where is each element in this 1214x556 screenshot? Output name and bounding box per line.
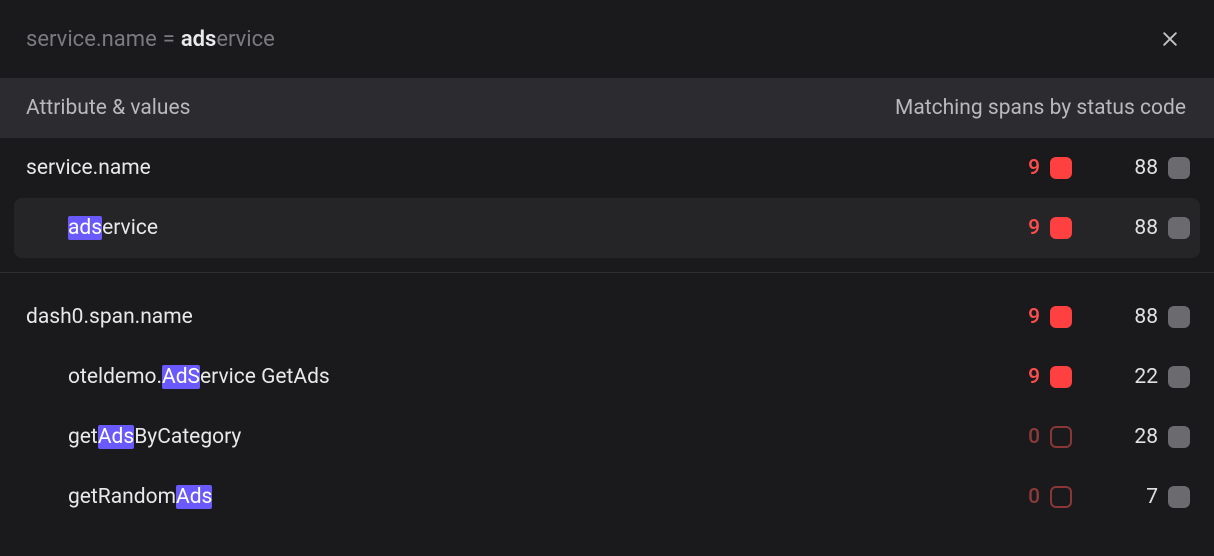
filter-operator: = — [163, 27, 175, 52]
value-row[interactable]: getAdsByCategory 0 28 — [0, 407, 1214, 467]
match-highlight: AdS — [162, 365, 200, 389]
neutral-count: 88 — [1134, 216, 1158, 240]
neutral-count-group: 7 — [1072, 485, 1190, 509]
neutral-count: 88 — [1134, 305, 1158, 329]
error-count-group: 9 — [954, 305, 1072, 329]
status-counts: 07 — [954, 485, 1190, 509]
status-counts: 9 88 — [954, 156, 1190, 180]
filter-expression[interactable]: service.name = adservice — [26, 27, 1154, 52]
match-highlight: ads — [68, 216, 102, 240]
filter-value: adservice — [181, 27, 275, 52]
status-counts: 9 88 — [954, 216, 1190, 240]
error-count-group: 9 — [954, 216, 1072, 240]
attribute-row[interactable]: service.name 9 88 — [0, 138, 1214, 198]
filter-field: service.name — [26, 27, 157, 52]
neutral-chip — [1168, 426, 1190, 448]
neutral-count: 22 — [1134, 365, 1158, 389]
neutral-count-group: 28 — [1072, 425, 1190, 449]
value-row[interactable]: adservice 9 88 — [14, 198, 1200, 258]
error-chip — [1050, 486, 1072, 508]
attribute-row[interactable]: dash0.span.name 9 88 — [0, 287, 1214, 347]
neutral-count-group: 88 — [1072, 305, 1190, 329]
neutral-chip — [1168, 366, 1190, 388]
value-text: ervice GetAds — [200, 365, 330, 389]
match-highlight: Ads — [176, 485, 212, 509]
value-label: getAdsByCategory — [68, 425, 954, 449]
neutral-chip — [1168, 486, 1190, 508]
value-label: getRandomAds — [68, 485, 954, 509]
close-button[interactable] — [1154, 23, 1186, 55]
error-count-group: 9 — [954, 156, 1072, 180]
value-label: adservice — [68, 216, 954, 240]
error-count: 0 — [1028, 425, 1040, 449]
error-count: 9 — [1028, 305, 1040, 329]
value-label: oteldemo.AdService GetAds — [68, 365, 954, 389]
results: service.name988adservice988dash0.span.na… — [0, 138, 1214, 527]
neutral-count-group: 88 — [1072, 216, 1190, 240]
column-header-attribute: Attribute & values — [26, 96, 895, 120]
neutral-count: 88 — [1134, 156, 1158, 180]
neutral-chip — [1168, 217, 1190, 239]
status-counts: 0 28 — [954, 425, 1190, 449]
divider — [0, 272, 1214, 273]
attribute-name: service.name — [26, 156, 954, 180]
attribute-group: dash0.span.name 9 88 oteldemo.AdService Get… — [0, 287, 1214, 527]
columns-header: Attribute & values Matching spans by sta… — [0, 78, 1214, 138]
filter-typed: ads — [181, 27, 217, 52]
error-count-group: 0 — [954, 425, 1072, 449]
error-count-group: 0 — [954, 485, 1072, 509]
close-icon — [1160, 29, 1180, 49]
value-text: ByCategory — [134, 425, 241, 449]
neutral-count: 7 — [1146, 485, 1158, 509]
value-text: oteldemo. — [68, 365, 162, 389]
error-count-group: 9 — [954, 365, 1072, 389]
neutral-count: 28 — [1134, 425, 1158, 449]
filter-expression-row[interactable]: service.name = adservice — [0, 0, 1214, 78]
error-chip — [1050, 157, 1072, 179]
filter-completion: ervice — [216, 27, 275, 52]
attribute-name: dash0.span.name — [26, 305, 954, 329]
value-text: get — [68, 425, 98, 449]
status-counts: 9 22 — [954, 365, 1190, 389]
match-highlight: Ads — [98, 425, 134, 449]
error-count: 0 — [1028, 485, 1040, 509]
value-row[interactable]: oteldemo.AdService GetAds 9 22 — [0, 347, 1214, 407]
value-text: ervice — [102, 216, 158, 240]
neutral-chip — [1168, 157, 1190, 179]
status-counts: 9 88 — [954, 305, 1190, 329]
attribute-group: service.name 9 88 adservice 9 88 — [0, 138, 1214, 258]
error-chip — [1050, 366, 1072, 388]
neutral-count-group: 88 — [1072, 156, 1190, 180]
value-text: getRandom — [68, 485, 176, 509]
neutral-chip — [1168, 306, 1190, 328]
filter-panel: service.name = adservice Attribute & val… — [0, 0, 1214, 556]
column-header-status: Matching spans by status code — [895, 96, 1186, 120]
value-row[interactable]: getRandomAds07 — [0, 467, 1214, 527]
error-chip — [1050, 306, 1072, 328]
error-chip — [1050, 426, 1072, 448]
neutral-count-group: 22 — [1072, 365, 1190, 389]
error-count: 9 — [1028, 216, 1040, 240]
error-count: 9 — [1028, 156, 1040, 180]
error-count: 9 — [1028, 365, 1040, 389]
error-chip — [1050, 217, 1072, 239]
